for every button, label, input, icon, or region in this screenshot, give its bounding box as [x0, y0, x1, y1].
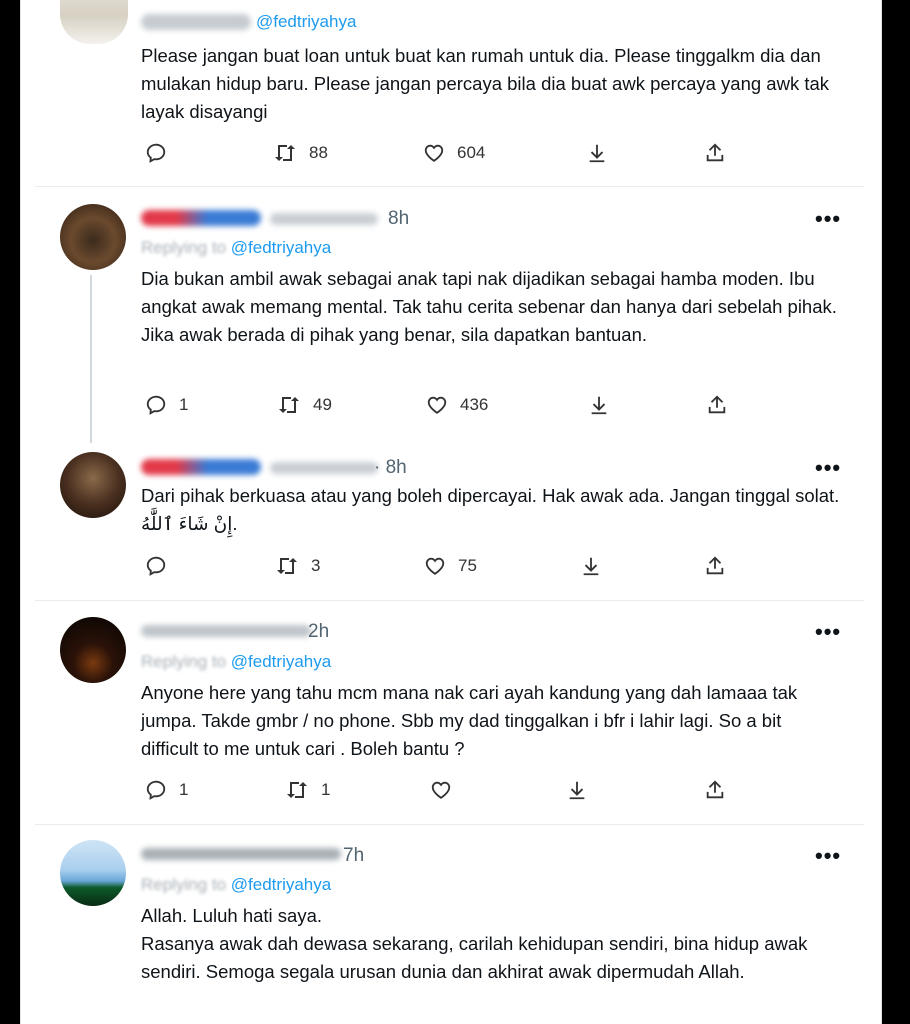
display-name-redacted[interactable] [141, 210, 261, 226]
like-count: 436 [460, 395, 489, 414]
replying-to-prefix: Replying to [141, 875, 227, 894]
avatar[interactable] [60, 452, 126, 518]
timestamp[interactable]: 2h [308, 621, 329, 643]
bookmark-arrow-icon [569, 781, 585, 800]
reply-button[interactable] [145, 555, 179, 577]
replying-to: Replying to @fedtriyahya [141, 652, 331, 672]
mention-link[interactable]: @fedtriyahya [231, 238, 331, 257]
tweet-actions: 3 75 [20, 555, 882, 583]
tweet-text: Dari pihak berkuasa atau yang boleh dipe… [141, 485, 840, 534]
thread-connector-line [90, 275, 92, 443]
tweet-actions: 1 1 [20, 779, 882, 807]
timestamp[interactable]: 8h [388, 208, 409, 230]
retweet-button[interactable]: 3 [275, 555, 320, 577]
reply-button[interactable] [145, 142, 179, 164]
tweet-text: Please jangan buat loan untuk buat kan r… [141, 45, 830, 122]
like-button[interactable]: 75 [424, 555, 477, 577]
bookmark-arrow-icon [589, 144, 605, 163]
share-icon [708, 395, 726, 414]
mention-link[interactable]: @fedtriyahya [231, 875, 331, 894]
retweet-button[interactable]: 49 [277, 394, 332, 416]
replying-to: Replying to @fedtriyahya [141, 238, 331, 258]
avatar[interactable] [60, 840, 126, 906]
reply-icon [146, 395, 166, 415]
tweet-actions: 88 604 [20, 142, 882, 170]
replying-to-prefix: Replying to [141, 238, 227, 257]
reply-icon [146, 143, 166, 163]
like-count: 75 [458, 556, 477, 575]
retweet-icon [275, 145, 295, 161]
display-name-redacted[interactable] [141, 14, 251, 30]
share-icon [706, 143, 724, 162]
tweet-text: Allah. Luluh hati saya. Rasanya awak dah… [141, 905, 808, 982]
avatar[interactable] [60, 0, 128, 44]
bookmark-button[interactable] [566, 779, 588, 801]
share-button[interactable] [704, 779, 726, 801]
bookmark-arrow-icon [591, 396, 607, 415]
tweet-divider [35, 600, 864, 601]
retweet-icon [287, 782, 307, 798]
retweet-count: 49 [313, 395, 332, 414]
retweet-icon [277, 558, 297, 574]
timestamp[interactable]: 7h [343, 845, 364, 867]
handle-redacted[interactable] [270, 213, 378, 225]
like-button[interactable] [430, 779, 464, 801]
replying-to: Replying to @fedtriyahya [141, 875, 331, 895]
more-options-button[interactable]: ••• [815, 619, 841, 645]
heart-icon [427, 396, 447, 414]
timeline-panel: @fedtriyahya Please jangan buat loan unt… [20, 0, 882, 1024]
reply-button[interactable]: 1 [145, 779, 188, 801]
bookmark-button[interactable] [580, 555, 602, 577]
like-count: 604 [457, 143, 486, 162]
reply-icon [146, 780, 166, 800]
retweet-count: 1 [321, 780, 331, 799]
tweet-text: Dia bukan ambil awak sebagai anak tapi n… [141, 268, 837, 345]
retweet-button[interactable]: 88 [273, 142, 328, 164]
like-button[interactable]: 436 [426, 394, 488, 416]
more-options-button[interactable]: ••• [815, 455, 841, 481]
share-icon [706, 780, 724, 799]
like-button[interactable]: 604 [423, 142, 485, 164]
bookmark-button[interactable] [588, 394, 610, 416]
replying-to-prefix: Replying to [141, 652, 227, 671]
reply-icon [146, 556, 166, 576]
heart-icon [425, 557, 445, 575]
reply-count: 1 [179, 780, 189, 799]
share-icon [706, 556, 724, 575]
avatar[interactable] [60, 204, 126, 270]
heart-icon [424, 144, 444, 162]
tweet-divider [35, 824, 864, 825]
tweet-actions: 1 49 436 [20, 394, 882, 422]
retweet-count: 3 [311, 556, 321, 575]
mention-link[interactable]: @fedtriyahya [256, 12, 356, 31]
heart-icon [431, 781, 451, 799]
replying-to: @fedtriyahya [256, 12, 356, 32]
retweet-button[interactable]: 1 [285, 779, 330, 801]
avatar[interactable] [60, 617, 126, 683]
tweet-text: Anyone here yang tahu mcm mana nak cari … [141, 682, 798, 759]
display-name-redacted[interactable] [141, 625, 311, 637]
tweet-divider [35, 186, 864, 187]
display-name-redacted[interactable] [141, 459, 261, 475]
more-options-button[interactable]: ••• [815, 206, 841, 232]
retweet-count: 88 [309, 143, 328, 162]
retweet-icon [279, 397, 299, 413]
reply-button[interactable]: 1 [145, 394, 188, 416]
bookmark-button[interactable] [586, 142, 608, 164]
reply-count: 1 [179, 395, 189, 414]
timestamp[interactable]: · 8h [374, 457, 407, 479]
bookmark-arrow-icon [583, 557, 599, 576]
handle-redacted[interactable] [270, 462, 378, 474]
share-button[interactable] [704, 555, 726, 577]
mention-link[interactable]: @fedtriyahya [231, 652, 331, 671]
display-name-redacted[interactable] [141, 848, 341, 860]
more-options-button[interactable]: ••• [815, 843, 841, 869]
share-button[interactable] [706, 394, 728, 416]
share-button[interactable] [704, 142, 726, 164]
